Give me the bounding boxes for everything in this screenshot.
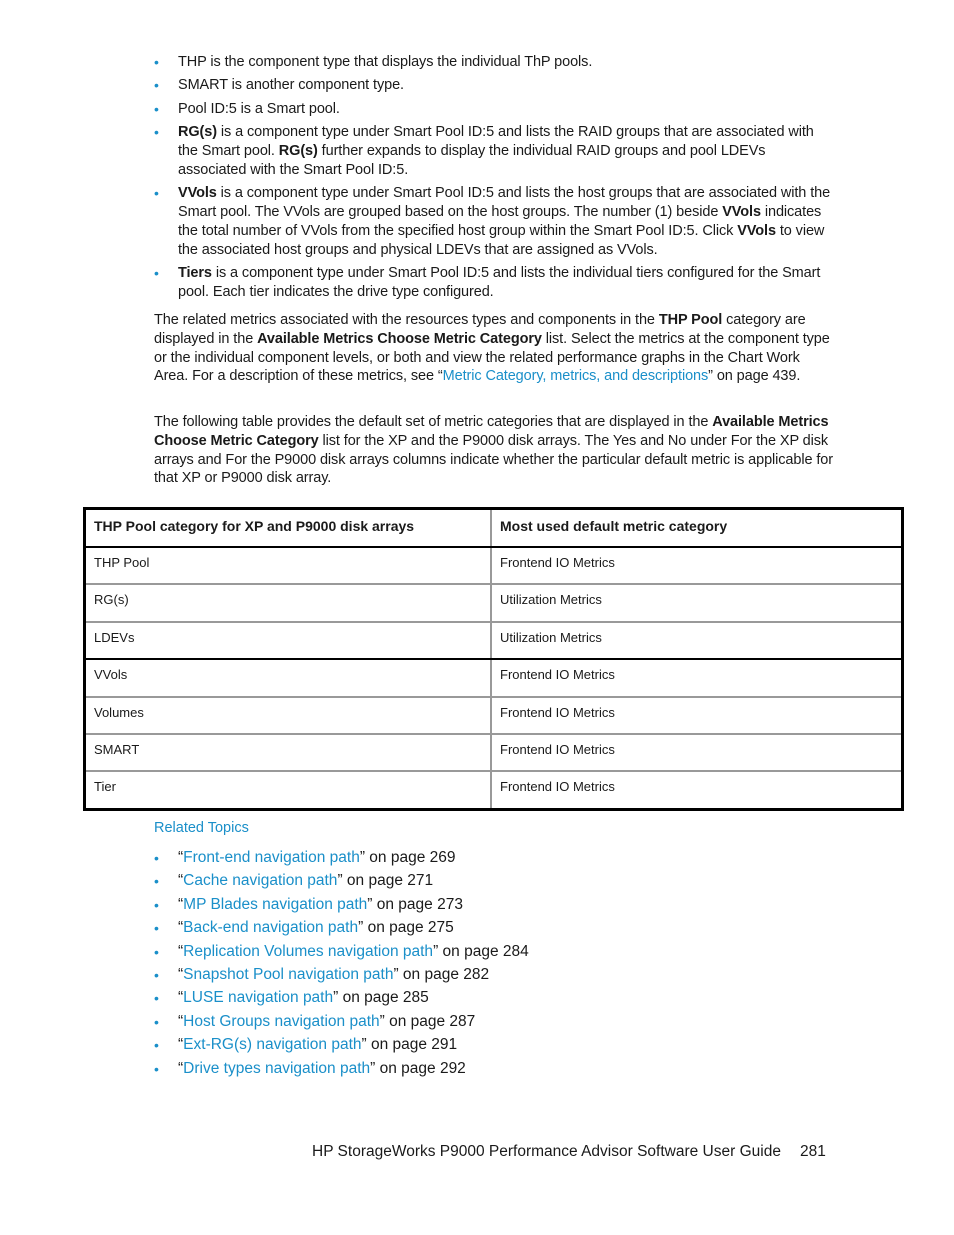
related-topic-item: • “Front-end navigation path” on page 269 bbox=[154, 849, 456, 866]
bullet-icon: • bbox=[154, 943, 159, 960]
related-topic-item: • “Snapshot Pool navigation path” on page… bbox=[154, 965, 490, 983]
related-topic-link[interactable]: Back-end navigation path bbox=[183, 919, 358, 936]
related-topic-item: • “Back-end navigation path” on page 275 bbox=[154, 919, 454, 937]
bullet-icon: • bbox=[154, 100, 159, 117]
thp-pool-metrics-table: THP Pool category for XP and P9000 disk … bbox=[83, 507, 904, 811]
related-topic-link[interactable]: MP Blades navigation path bbox=[183, 896, 367, 913]
related-topic-link[interactable]: Ext-RG(s) navigation path bbox=[183, 1036, 361, 1053]
category-cell: RG(s) bbox=[84, 584, 492, 623]
bullet-icon: • bbox=[154, 966, 159, 983]
bullet-icon: • bbox=[154, 920, 159, 937]
metric-cell: Frontend IO Metrics bbox=[491, 547, 903, 586]
table-row: THP Pool Frontend IO Metrics bbox=[84, 547, 903, 586]
bullet-icon: • bbox=[154, 873, 159, 890]
bullet-item: • RG(s) is a component type under Smart P… bbox=[154, 124, 814, 178]
related-topic-item: • “Ext-RG(s) navigation path” on page 291 bbox=[154, 1036, 458, 1054]
bullet-item: • Tiers is a component type under Smart P… bbox=[154, 264, 821, 300]
bullet-icon: • bbox=[154, 1037, 159, 1054]
component-bullet-list: • THP is the component type that displays… bbox=[154, 53, 834, 306]
related-topic-link[interactable]: Front-end navigation path bbox=[183, 849, 360, 866]
table-row: SMART Frontend IO Metrics bbox=[84, 733, 903, 773]
metric-cell: Frontend IO Metrics bbox=[491, 733, 903, 773]
related-topic-link[interactable]: Snapshot Pool navigation path bbox=[183, 966, 393, 983]
document-page: • THP is the component type that displays… bbox=[0, 0, 954, 1235]
related-topic-link[interactable]: Cache navigation path bbox=[183, 872, 337, 889]
guide-title: HP StorageWorks P9000 Performance Adviso… bbox=[312, 1143, 781, 1160]
related-topic-link[interactable]: LUSE navigation path bbox=[183, 989, 333, 1006]
bullet-icon: • bbox=[154, 77, 159, 94]
table-row: LDEVs Utilization Metrics bbox=[84, 621, 903, 661]
bullet-icon: • bbox=[154, 124, 159, 141]
metric-cell: Frontend IO Metrics bbox=[491, 659, 903, 698]
table-row: RG(s) Utilization Metrics bbox=[84, 584, 903, 623]
category-cell: SMART bbox=[84, 733, 492, 773]
related-topic-link[interactable]: Host Groups navigation path bbox=[183, 1013, 379, 1030]
bullet-icon: • bbox=[154, 1060, 159, 1077]
bullet-icon: • bbox=[154, 264, 159, 281]
related-topic-item: • “LUSE navigation path” on page 285 bbox=[154, 989, 429, 1007]
bullet-icon: • bbox=[154, 990, 159, 1007]
metrics-description-paragraph: The related metrics associated with the … bbox=[154, 312, 830, 385]
related-topic-item: • “Host Groups navigation path” on page 2… bbox=[154, 1012, 476, 1030]
related-topic-item: • “Replication Volumes navigation path” o… bbox=[154, 942, 529, 960]
table-row: VVols Frontend IO Metrics bbox=[84, 659, 903, 698]
related-topic-link[interactable]: Drive types navigation path bbox=[183, 1060, 370, 1077]
category-cell: Tier bbox=[84, 771, 492, 810]
category-cell: LDEVs bbox=[84, 621, 492, 661]
bullet-item: • THP is the component type that displays… bbox=[154, 54, 593, 70]
bullet-icon: • bbox=[154, 850, 159, 866]
table-row: Volumes Frontend IO Metrics bbox=[84, 696, 903, 735]
table-row: Tier Frontend IO Metrics bbox=[84, 771, 903, 810]
page-number: 281 bbox=[800, 1143, 826, 1160]
category-cell: Volumes bbox=[84, 696, 492, 735]
bullet-icon: • bbox=[154, 1013, 159, 1030]
related-topics-heading: Related Topics bbox=[154, 820, 249, 836]
table-header-row: THP Pool category for XP and P9000 disk … bbox=[84, 508, 903, 548]
metric-category-link[interactable]: Metric Category, metrics, and descriptio… bbox=[443, 368, 709, 384]
related-topic-item: • “Cache navigation path” on page 271 bbox=[154, 872, 434, 890]
table-intro-paragraph: The following table provides the default… bbox=[154, 414, 833, 487]
metric-cell: Utilization Metrics bbox=[491, 584, 903, 623]
category-cell: THP Pool bbox=[84, 547, 492, 586]
column-header-category: THP Pool category for XP and P9000 disk … bbox=[84, 508, 492, 548]
metric-cell: Frontend IO Metrics bbox=[500, 779, 615, 795]
bullet-item: • Pool ID:5 is a Smart pool. bbox=[154, 100, 340, 117]
metric-cell: Utilization Metrics bbox=[491, 621, 903, 661]
bullet-item: • SMART is another component type. bbox=[154, 77, 404, 94]
related-topics-list: • “Front-end navigation path” on page 269… bbox=[154, 848, 654, 1082]
metric-cell: Frontend IO Metrics bbox=[491, 696, 903, 735]
related-topic-item: • “Drive types navigation path” on page 2… bbox=[154, 1059, 466, 1077]
column-header-default-metric: Most used default metric category bbox=[491, 508, 903, 548]
related-topic-link[interactable]: Replication Volumes navigation path bbox=[183, 943, 433, 960]
bullet-icon: • bbox=[154, 185, 159, 202]
related-topic-item: • “MP Blades navigation path” on page 273 bbox=[154, 895, 463, 913]
category-cell: VVols bbox=[84, 659, 492, 698]
bullet-item: • VVols is a component type under Smart P… bbox=[154, 185, 831, 258]
bullet-icon: • bbox=[154, 54, 159, 70]
bullet-icon: • bbox=[154, 896, 159, 913]
